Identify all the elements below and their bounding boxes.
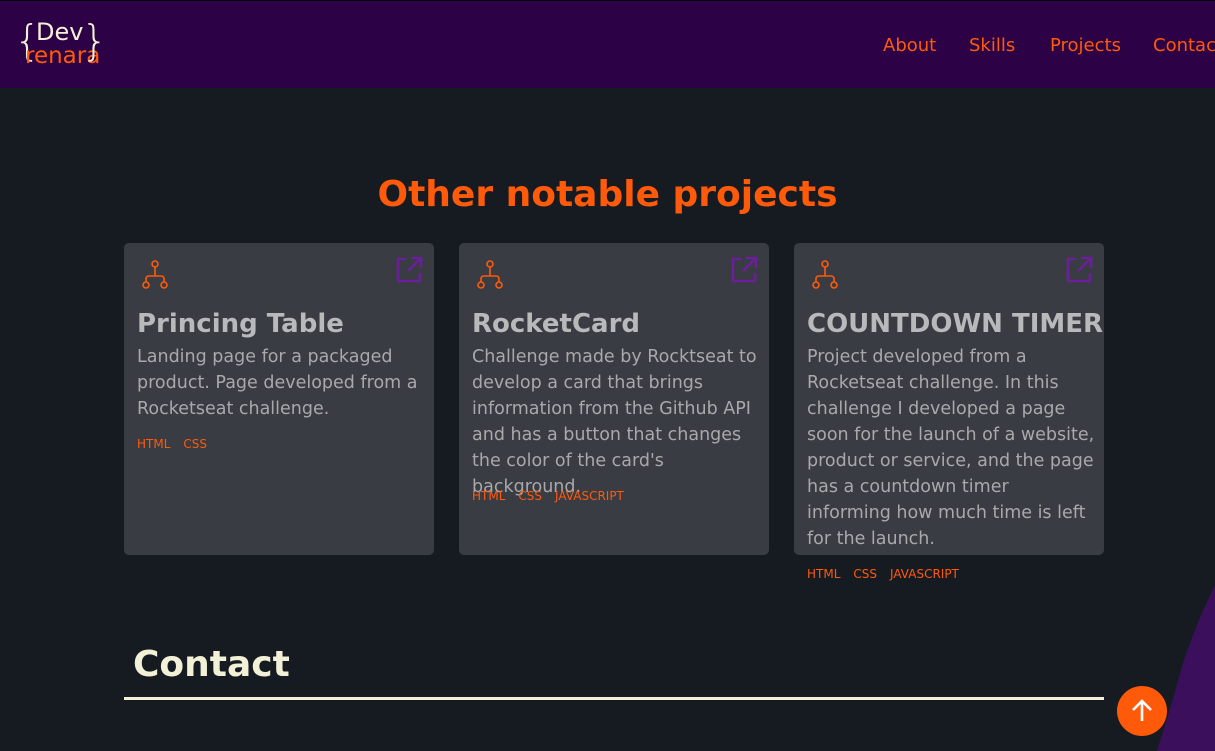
external-link-icon[interactable] (1064, 255, 1094, 285)
project-card-description: Landing page for a packaged product. Pag… (137, 347, 418, 419)
tag-html: HTML (137, 437, 171, 451)
tag-html: HTML (807, 567, 841, 581)
project-card-title: COUNTDOWN TIMER (807, 309, 1104, 339)
git-fork-icon (142, 260, 168, 289)
nav-link-contact[interactable]: Contact (1153, 34, 1215, 58)
site-header: { Dev renara } About Skills Projects Con… (0, 0, 1215, 88)
nav-link-projects[interactable]: Projects (1050, 34, 1121, 58)
nav-link-about[interactable]: About (883, 34, 936, 58)
project-card-countdown-timer[interactable]: COUNTDOWN TIMER Project developed from a… (794, 243, 1104, 581)
project-card-rocketcard[interactable]: RocketCard Challenge made by Rocktseat t… (459, 243, 769, 555)
contact-divider (124, 697, 1104, 700)
tag-css: CSS (518, 489, 543, 503)
external-link-icon[interactable] (729, 255, 759, 285)
project-card-tags: HTML CSS (137, 436, 220, 452)
nav-link-skills[interactable]: Skills (969, 34, 1015, 58)
tag-javascript: JAVASCRIPT (555, 489, 624, 503)
tag-css: CSS (853, 567, 878, 581)
project-card-tags: HTML CSS JAVASCRIPT (807, 566, 972, 582)
project-card-description: Project developed from a Rocketseat chal… (807, 347, 1095, 549)
arrow-up-icon (1132, 699, 1152, 721)
git-fork-icon (812, 260, 838, 289)
tag-html: HTML (472, 489, 506, 503)
git-fork-icon (477, 260, 503, 289)
contact-section-title: Contact (133, 644, 290, 685)
main-nav: About Skills Projects Contact (0, 34, 1215, 58)
project-card-title: Princing Table (137, 309, 344, 339)
project-card-princing-table[interactable]: Princing Table Landing page for a packag… (124, 243, 434, 555)
external-link-icon[interactable] (394, 255, 424, 285)
scroll-to-top-button[interactable] (1117, 686, 1167, 736)
project-card-description: Challenge made by Rocktseat to develop a… (472, 347, 757, 497)
tag-css: CSS (183, 437, 208, 451)
project-card-title: RocketCard (472, 309, 641, 339)
projects-section-title: Other notable projects (377, 174, 838, 215)
tag-javascript: JAVASCRIPT (890, 567, 959, 581)
project-card-tags: HTML CSS JAVASCRIPT (472, 488, 637, 504)
